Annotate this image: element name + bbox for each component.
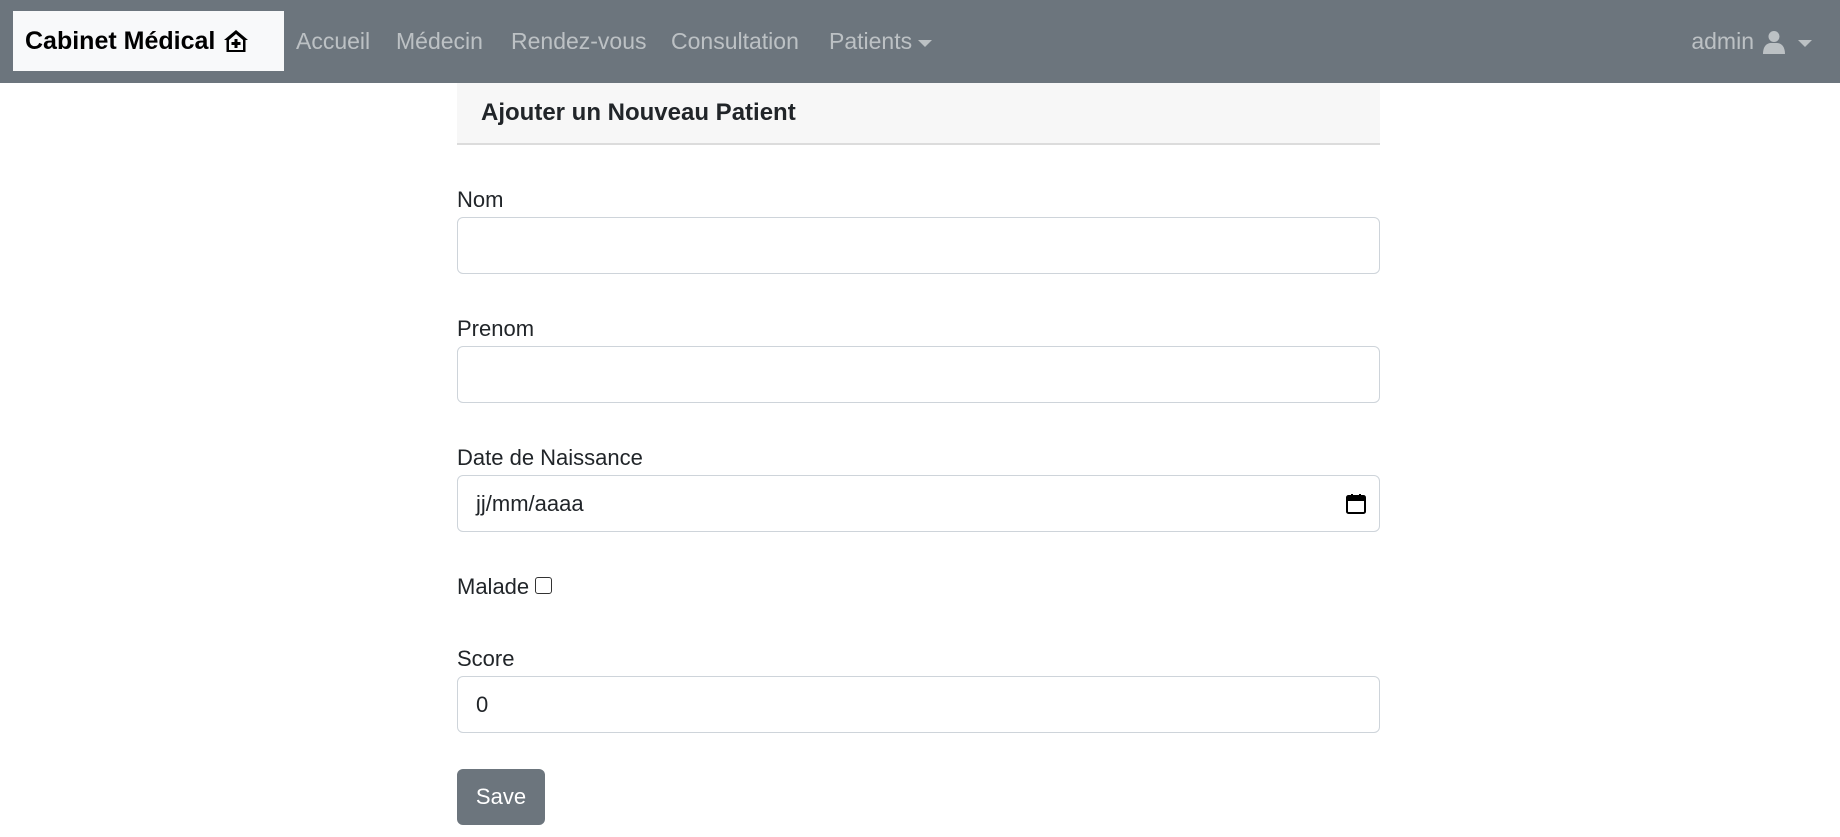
nom-input[interactable]	[457, 217, 1380, 274]
nav-consultation[interactable]: Consultation	[671, 0, 799, 83]
nav-rendez-vous[interactable]: Rendez-vous	[511, 0, 647, 83]
form-title: Ajouter un Nouveau Patient	[481, 99, 796, 126]
score-input[interactable]: 0	[457, 676, 1380, 733]
chevron-down-icon	[918, 39, 933, 47]
date-naissance-input[interactable]: jj/mm/aaaa	[457, 475, 1380, 532]
malade-row: Malade	[457, 574, 553, 600]
user-menu-dropdown[interactable]: admin	[1691, 0, 1812, 83]
date-naissance-label: Date de Naissance	[457, 445, 643, 470]
nom-label: Nom	[457, 187, 504, 212]
brand-title: Cabinet Médical	[25, 26, 216, 55]
brand-link[interactable]: Cabinet Médical	[13, 11, 284, 71]
prenom-label: Prenom	[457, 316, 535, 341]
date-naissance-placeholder: jj/mm/aaaa	[476, 490, 584, 516]
malade-label: Malade	[457, 574, 530, 599]
malade-checkbox[interactable]	[535, 576, 553, 594]
nav-accueil-label: Accueil	[296, 28, 371, 54]
nav-medecin-label: Médecin	[396, 28, 483, 54]
nav-consultation-label: Consultation	[671, 28, 799, 54]
nav-rendez-vous-label: Rendez-vous	[511, 28, 647, 54]
nav-medecin[interactable]: Médecin	[396, 0, 483, 83]
save-button-label: Save	[475, 784, 527, 809]
score-value: 0	[476, 691, 489, 717]
form-card-header: Ajouter un Nouveau Patient	[457, 83, 1380, 145]
score-label: Score	[457, 646, 515, 671]
user-icon	[1762, 30, 1786, 54]
prenom-input[interactable]	[457, 346, 1380, 403]
nav-patients-dropdown[interactable]: Patients	[829, 0, 933, 83]
house-medical-icon	[223, 29, 249, 53]
nav-patients-label: Patients	[829, 28, 913, 54]
top-navbar: Cabinet Médical Accueil Médecin Rendez-v…	[0, 0, 1840, 83]
chevron-down-icon	[1798, 39, 1812, 47]
user-name: admin	[1691, 28, 1754, 54]
save-button[interactable]: Save	[457, 769, 545, 825]
calendar-icon[interactable]	[1345, 493, 1367, 515]
nav-accueil[interactable]: Accueil	[296, 0, 370, 83]
